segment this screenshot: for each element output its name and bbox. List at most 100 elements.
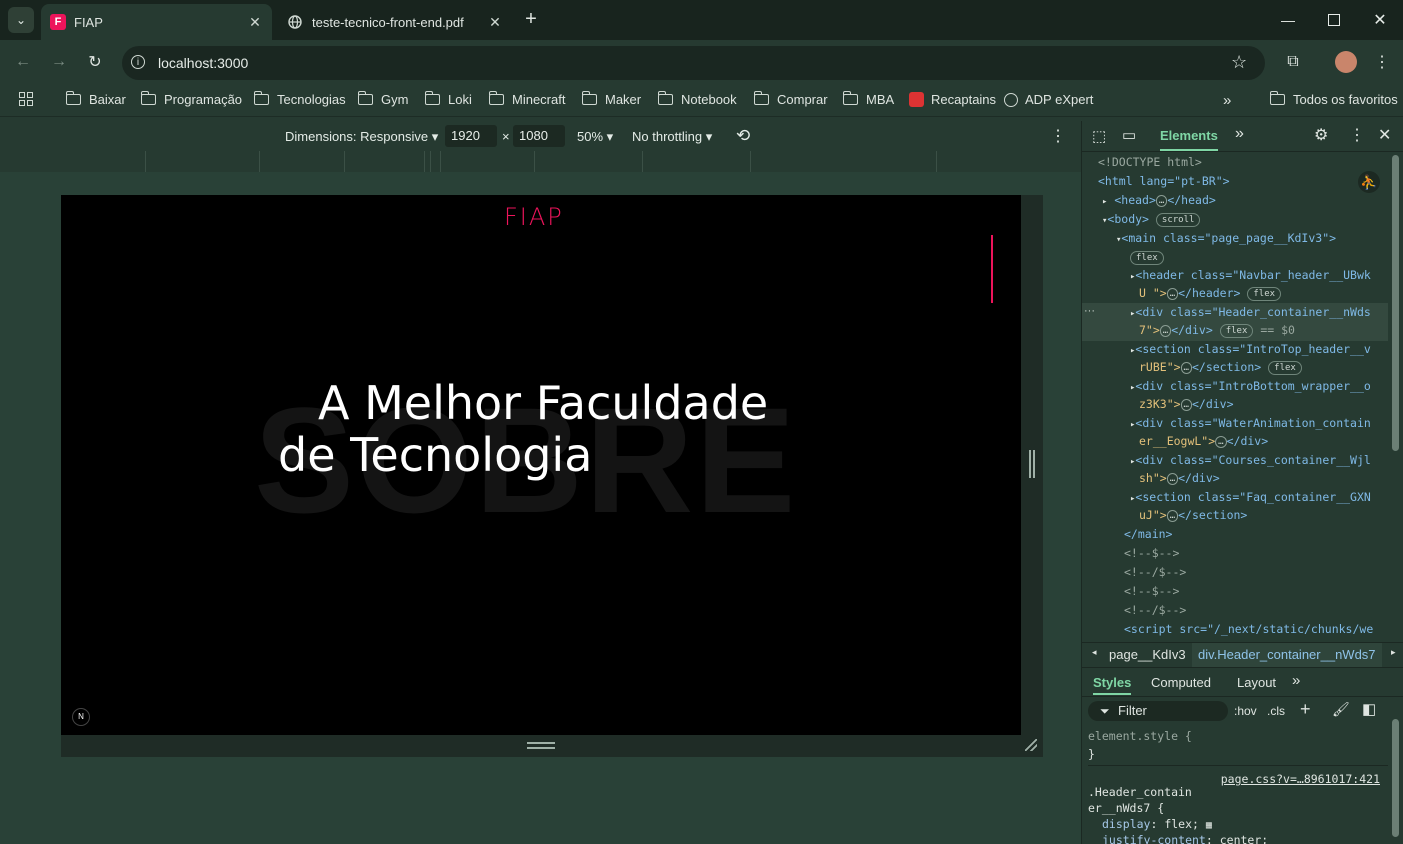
- fiap-logo[interactable]: FIAP: [504, 203, 564, 231]
- dom-node[interactable]: <!DOCTYPE html>: [1082, 153, 1388, 172]
- url-text[interactable]: localhost:3000: [158, 55, 248, 71]
- dom-node[interactable]: rUBE">… </section> flex: [1082, 358, 1388, 377]
- bookmark-folder[interactable]: Gym: [357, 91, 408, 107]
- throttle-dropdown[interactable]: No throttling ▾: [632, 129, 712, 145]
- tab-computed[interactable]: Computed: [1151, 675, 1211, 690]
- tab-elements[interactable]: Elements: [1160, 123, 1218, 151]
- dom-node[interactable]: er__EogwL">… </div>: [1082, 432, 1388, 451]
- dom-node[interactable]: U ">… </header> flex: [1082, 284, 1388, 303]
- cls-toggle[interactable]: .cls: [1267, 704, 1285, 718]
- nextjs-badge-icon[interactable]: N: [72, 708, 90, 726]
- more-bookmarks-icon[interactable]: »: [1223, 92, 1231, 109]
- dom-node[interactable]: 7">… </div> flex == $0: [1082, 321, 1388, 340]
- dimensions-dropdown[interactable]: Dimensions: Responsive ▾: [285, 129, 438, 145]
- tab-pdf[interactable]: teste-tecnico-front-end.pdf ✕: [276, 4, 512, 40]
- close-icon[interactable]: ✕: [246, 13, 264, 31]
- hero-line-1: A Melhor Faculdade: [318, 376, 769, 430]
- flexbox-editor-icon[interactable]: ▦: [1206, 820, 1212, 831]
- dom-node[interactable]: <!--/$-->: [1082, 563, 1388, 582]
- styles-filter-input[interactable]: ⏷ Filter: [1088, 701, 1228, 721]
- dom-node[interactable]: ▸ <head>… </head>: [1082, 191, 1388, 212]
- bookmark-folder[interactable]: Programação: [140, 91, 242, 107]
- all-bookmarks-folder[interactable]: Todos os favoritos: [1269, 91, 1398, 107]
- reload-icon[interactable]: ↻: [83, 50, 107, 74]
- tab-title: teste-tecnico-front-end.pdf: [312, 14, 464, 30]
- rule-element-style[interactable]: element.style {: [1088, 727, 1388, 746]
- bookmark-label: Notebook: [681, 92, 737, 107]
- extensions-icon[interactable]: ⧉: [1281, 50, 1305, 74]
- paint-icon[interactable]: 🖌: [1332, 701, 1350, 718]
- bookmark-folder[interactable]: Tecnologias: [253, 91, 346, 107]
- styles-scrollbar[interactable]: [1392, 719, 1399, 837]
- node-actions-icon[interactable]: ···: [1084, 305, 1095, 317]
- bookmark-folder[interactable]: Baixar: [65, 91, 126, 107]
- bookmark-star-icon[interactable]: ☆: [1231, 52, 1247, 73]
- rule-property[interactable]: justify-content: center;: [1088, 831, 1388, 844]
- dom-node[interactable]: z3K3">… </div>: [1082, 395, 1388, 414]
- new-tab-icon[interactable]: +: [521, 9, 541, 30]
- dom-node[interactable]: sh">… </div>: [1082, 469, 1388, 488]
- dom-node[interactable]: ▾<main class="page_page__KdIv3">: [1082, 229, 1388, 250]
- breadcrumb-item[interactable]: page__KdIv3: [1109, 647, 1186, 662]
- breadcrumb-right-icon[interactable]: ▸: [1391, 647, 1396, 658]
- bookmark-folder[interactable]: Notebook: [657, 91, 737, 107]
- tab-layout[interactable]: Layout: [1237, 675, 1276, 690]
- maximize-icon[interactable]: [1322, 8, 1346, 32]
- rotate-icon[interactable]: ⟲: [736, 126, 750, 146]
- back-icon[interactable]: ←: [11, 50, 35, 74]
- apps-grid-icon[interactable]: [19, 92, 33, 106]
- width-input[interactable]: 1920: [445, 125, 497, 147]
- resize-handle-bottom[interactable]: [61, 735, 1043, 757]
- device-toggle-icon[interactable]: ▭: [1122, 126, 1136, 144]
- site-info-icon[interactable]: i: [131, 55, 145, 69]
- media-query-ruler: [0, 151, 1081, 173]
- folder-icon: [753, 91, 769, 105]
- dom-scrollbar[interactable]: [1392, 155, 1399, 451]
- bookmark-folder[interactable]: Maker: [581, 91, 641, 107]
- breadcrumb-item-active[interactable]: div.Header_container__nWds7: [1192, 643, 1382, 667]
- address-bar[interactable]: i localhost:3000 ☆: [122, 46, 1265, 80]
- resize-handle-right[interactable]: [1021, 195, 1043, 735]
- bookmark-label: Todos os favoritos: [1293, 92, 1398, 107]
- inspect-element-icon[interactable]: ⬚: [1092, 127, 1106, 145]
- profile-avatar[interactable]: [1335, 51, 1357, 73]
- close-icon[interactable]: ✕: [486, 13, 504, 31]
- dom-node[interactable]: <!--/$-->: [1082, 601, 1388, 620]
- device-menu-kebab-icon[interactable]: ⋮: [1050, 126, 1066, 146]
- dom-node[interactable]: <html lang="pt-BR">: [1082, 172, 1388, 191]
- bookmark-link[interactable]: Recaptains: [909, 92, 996, 107]
- close-devtools-icon[interactable]: ✕: [1378, 125, 1391, 145]
- dom-node[interactable]: <!--$-->: [1082, 582, 1388, 601]
- tab-styles[interactable]: Styles: [1093, 675, 1132, 695]
- dom-node[interactable]: </main>: [1082, 525, 1388, 544]
- new-rule-icon[interactable]: +: [1300, 699, 1311, 720]
- dom-node[interactable]: uJ">… </section>: [1082, 506, 1388, 525]
- forward-icon[interactable]: →: [47, 50, 71, 74]
- dom-node[interactable]: ▾<body> scroll: [1082, 210, 1388, 231]
- breadcrumb-left-icon[interactable]: ◂: [1092, 647, 1097, 658]
- sidebar-toggle-icon[interactable]: ◧: [1362, 700, 1376, 718]
- bookmark-folder[interactable]: Minecraft: [488, 91, 565, 107]
- bookmark-folder[interactable]: Comprar: [753, 91, 828, 107]
- bookmark-folder[interactable]: Loki: [424, 91, 472, 107]
- gear-icon[interactable]: ⚙: [1314, 125, 1328, 145]
- devtools-menu-kebab-icon[interactable]: ⋮: [1349, 125, 1365, 145]
- bookmarks-bar: Baixar Programação Tecnologias Gym Loki …: [0, 84, 1403, 117]
- minimize-icon[interactable]: —: [1276, 8, 1300, 32]
- hov-toggle[interactable]: :hov: [1234, 704, 1257, 718]
- zoom-dropdown[interactable]: 50% ▾: [577, 129, 613, 145]
- bookmark-link[interactable]: ADP eXpert: [1004, 92, 1093, 107]
- bookmark-folder[interactable]: MBA: [842, 91, 894, 107]
- close-window-icon[interactable]: ✕: [1368, 8, 1392, 32]
- tab-fiap[interactable]: F FIAP ✕: [41, 4, 272, 40]
- bookmark-label: Tecnologias: [277, 92, 346, 107]
- folder-icon: [1269, 91, 1285, 105]
- tab-search-icon[interactable]: ⌄: [8, 7, 34, 33]
- more-tabs-icon[interactable]: »: [1292, 672, 1300, 689]
- dom-node[interactable]: <!--$-->: [1082, 544, 1388, 563]
- more-tabs-icon[interactable]: »: [1235, 125, 1244, 143]
- dom-node[interactable]: <script src="/_next/static/chunks/we: [1082, 620, 1388, 639]
- menu-kebab-icon[interactable]: ⋮: [1370, 50, 1394, 74]
- height-input[interactable]: 1080: [513, 125, 565, 147]
- corner-resize-icon[interactable]: [1025, 739, 1037, 751]
